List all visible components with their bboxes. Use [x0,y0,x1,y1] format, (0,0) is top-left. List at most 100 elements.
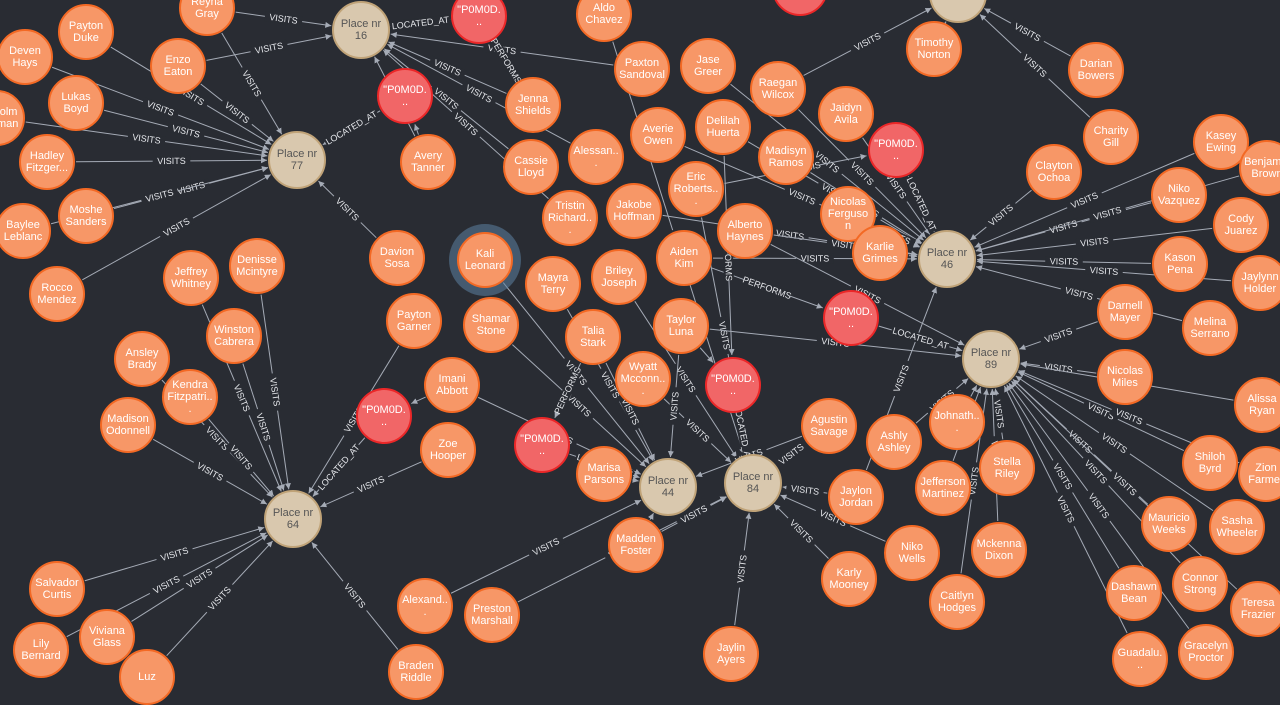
person-node[interactable]: Imani Abbott [424,357,480,413]
node-caption: Salvador Curtis [31,577,83,601]
person-node[interactable]: Connor Strong [1172,556,1228,612]
place-node[interactable]: Place nr 89 [962,330,1020,388]
person-node[interactable]: Charity Gill [1083,109,1139,165]
person-node[interactable]: Salvador Curtis [29,561,85,617]
person-node[interactable]: Agustin Savage [801,398,857,454]
person-node[interactable]: Mauricio Weeks [1141,496,1197,552]
person-node[interactable]: Avery Tanner [400,134,456,190]
person-node[interactable]: Darian Bowers [1068,42,1124,98]
person-node[interactable]: Jefferson Martinez [915,460,971,516]
person-node[interactable]: Aiden Kim [656,230,712,286]
person-node[interactable]: Eric Roberts... [668,161,724,217]
person-node[interactable]: Mckenna Dixon [971,522,1027,578]
person-node[interactable]: Shiloh Byrd [1182,435,1238,491]
person-node[interactable]: Lukas Boyd [48,75,104,131]
person-node[interactable]: Cody Juarez [1213,197,1269,253]
person-node[interactable]: Payton Garner [386,293,442,349]
person-node[interactable]: Winston Cabrera [206,308,262,364]
person-node[interactable]: Denisse Mcintyre [229,238,285,294]
person-node[interactable]: Johnath... [929,394,985,450]
person-node[interactable]: Jaidyn Avila [818,86,874,142]
person-node[interactable]: Jaylin Ayers [703,626,759,682]
person-node[interactable]: Lily Bernard [13,622,69,678]
person-node[interactable]: Jaylon Jordan [828,469,884,525]
person-node[interactable]: Caitlyn Hodges [929,574,985,630]
person-node[interactable]: Alexand... [397,578,453,634]
person-node[interactable]: Preston Marshall [464,587,520,643]
person-node[interactable]: Marisa Parsons [576,446,632,502]
person-node[interactable]: Payton Duke [58,4,114,60]
person-node[interactable]: Talia Stark [565,309,621,365]
place-node[interactable]: Place nr 16 [332,1,390,59]
visits-edge[interactable] [971,385,977,396]
person-node[interactable]: Briley Joseph [591,249,647,305]
person-node[interactable]: Enzo Eaton [150,38,206,94]
person-node[interactable]: Kendra Fitzpatri... [162,369,218,425]
person-node[interactable]: Timothy Norton [906,21,962,77]
person-node[interactable]: Teresa Frazier [1230,581,1280,637]
person-node[interactable]: Niko Vazquez [1151,167,1207,223]
person-node[interactable]: Hadley Fitzger... [19,134,75,190]
place-node[interactable]: Place nr 64 [264,490,322,548]
person-node[interactable]: Madisyn Ramos [758,129,814,185]
person-node[interactable]: Alessan... [568,129,624,185]
person-node[interactable]: Karly Mooney [821,551,877,607]
place-node[interactable]: Place nr 84 [724,454,782,512]
person-node[interactable]: Braden Riddle [388,644,444,700]
person-node[interactable]: Guadalu... [1112,631,1168,687]
person-node[interactable]: Madden Foster [608,517,664,573]
visits-edge[interactable] [650,513,653,519]
person-node[interactable]: Dashawn Bean [1106,565,1162,621]
person-node[interactable]: Zoe Hooper [420,422,476,478]
person-node[interactable]: Ansley Brady [114,331,170,387]
performance-node[interactable]: "P0M0D... [823,290,879,346]
person-node[interactable]: Paxton Sandoval [614,41,670,97]
person-node[interactable]: Darnell Mayer [1097,284,1153,340]
performance-node[interactable]: "P0M0D... [514,417,570,473]
person-node[interactable]: Rocco Mendez [29,266,85,322]
person-node[interactable]: Luz [119,649,175,705]
person-node[interactable]: Kason Pena [1152,236,1208,292]
person-node[interactable]: Melina Serrano [1182,300,1238,356]
person-node[interactable]: Averie Owen [630,107,686,163]
person-node[interactable]: Sasha Wheeler [1209,499,1265,555]
performs-edge[interactable] [411,397,425,404]
visits-edge[interactable] [632,480,638,481]
person-node[interactable]: Taylor Luna [653,298,709,354]
performs-edge[interactable] [415,124,419,134]
performance-node[interactable]: "P0M0D... [705,357,761,413]
person-node[interactable]: Niko Wells [884,525,940,581]
person-node[interactable]: Kali Leonard [457,232,513,288]
person-node[interactable]: Nicolas Miles [1097,349,1153,405]
person-node[interactable]: Shamar Stone [463,297,519,353]
person-node[interactable]: Madison Odonnell [100,397,156,453]
person-node[interactable]: Tristin Richard... [542,190,598,246]
person-node[interactable]: Alberto Haynes [717,203,773,259]
person-node[interactable]: Jeffrey Whitney [163,250,219,306]
person-node[interactable]: Jase Greer [680,38,736,94]
person-node[interactable]: Wyatt Mcconn... [615,351,671,407]
person-node[interactable]: Ashly Ashley [866,414,922,470]
person-node[interactable]: Jenna Shields [505,77,561,133]
performance-node[interactable]: "P0M0D... [356,388,412,444]
performance-node[interactable]: "P0M0D... [377,68,433,124]
person-node[interactable]: Jakobe Hoffman [606,183,662,239]
person-node[interactable]: Jaylynn Holder [1232,255,1280,311]
person-node[interactable]: Gracelyn Proctor [1178,624,1234,680]
node-caption: Delilah Huerta [697,115,749,139]
person-node[interactable]: Cassie Lloyd [503,139,559,195]
person-node[interactable]: Davion Sosa [369,230,425,286]
person-node[interactable]: Moshe Sanders [58,188,114,244]
person-node[interactable]: Delilah Huerta [695,99,751,155]
person-node[interactable]: Mayra Terry [525,256,581,312]
graph-canvas[interactable]: VISITSVISITSVISITSVISITSVISITSVISITSVISI… [0,0,1280,685]
person-node[interactable]: Clayton Ochoa [1026,144,1082,200]
person-node[interactable]: Karlie Grimes [852,225,908,281]
person-node[interactable]: Stella Riley [979,440,1035,496]
place-node[interactable]: Place nr 77 [268,131,326,189]
performance-node[interactable]: "P0M0D... [868,122,924,178]
person-node[interactable]: Raegan Wilcox [750,61,806,117]
place-node[interactable]: Place nr 44 [639,458,697,516]
place-node[interactable]: Place nr 46 [918,230,976,288]
visits-edge[interactable] [909,256,917,257]
